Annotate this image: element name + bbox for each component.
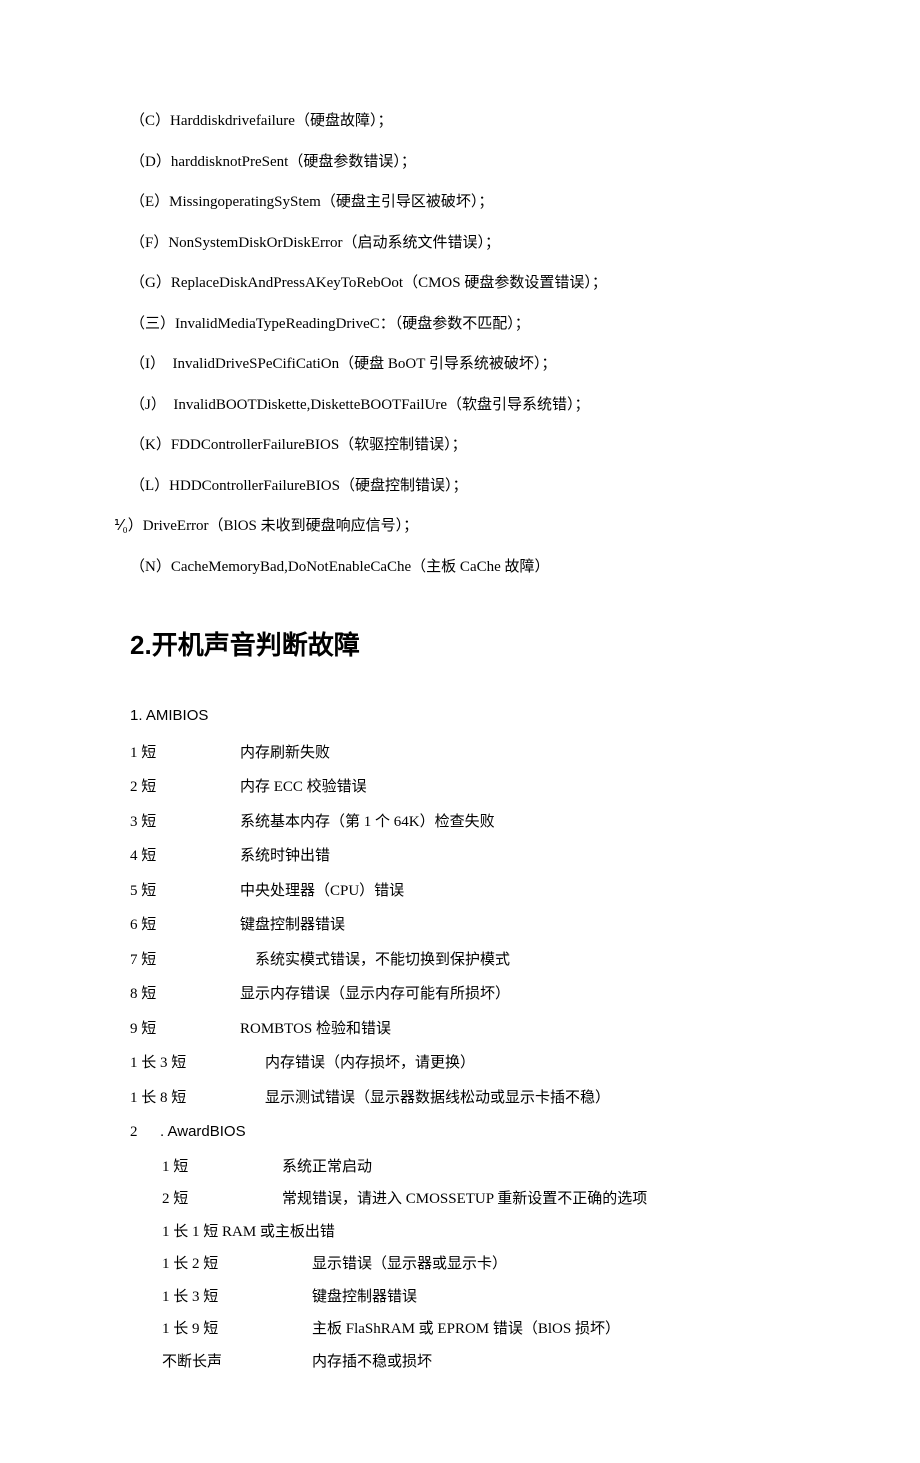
ami-row: 9 短ROMBTOS 检验和错误 [130,1018,820,1041]
beep-desc: 内存错误（内存损坏，请更换） [250,1052,820,1075]
heading-text: 开机声音判断故障 [152,630,360,660]
beep-code: 1 短 [130,742,240,765]
error-item: （J） InvalidBOOTDiskette,DisketteBOOTFail… [130,394,820,417]
beep-desc: 显示内存错误（显示内存可能有所损坏） [240,983,820,1006]
error-item: （G）ReplaceDiskAndPressAKeyToRebOot（CMOS … [130,272,820,295]
ami-row: 8 短显示内存错误（显示内存可能有所损坏） [130,983,820,1006]
beep-code: 2 短 [130,776,240,799]
ami-row: 6 短键盘控制器错误 [130,914,820,937]
error-item: （K）FDDControllerFailureBIOS（软驱控制错误）； [130,434,820,457]
error-item: （I） InvalidDriveSPeCifiCatiOn（硬盘 BoOT 引导… [130,353,820,376]
beep-code: 5 短 [130,880,240,903]
ami-row: 7 短 系统实模式错误，不能切换到保护模式 [130,949,820,972]
beep-desc: 中央处理器（CPU）错误 [240,880,820,903]
award-title-text: . AwardBIOS [160,1121,246,1144]
beep-desc: 系统实模式错误，不能切换到保护模式 [240,949,820,972]
beep-desc: 主板 FlaShRAM 或 EPROM 错误（BlOS 损坏） [312,1318,820,1341]
ami-table: 1 短内存刷新失败 2 短内存 ECC 校验错误 3 短系统基本内存（第 1 个… [130,742,820,1110]
heading-number: 2. [130,630,152,660]
ami-row: 1 短内存刷新失败 [130,742,820,765]
award-row: 不断长声内存插不稳或损坏 [162,1351,820,1374]
beep-code: 4 短 [130,845,240,868]
ami-row: 4 短系统时钟出错 [130,845,820,868]
beep-desc: ROMBTOS 检验和错误 [240,1018,820,1041]
beep-code: 1 长 3 短 [162,1286,312,1309]
ami-row: 5 短中央处理器（CPU）错误 [130,880,820,903]
beep-code: 1 短 [162,1156,282,1179]
beep-desc: 显示测试错误（显示器数据线松动或显示卡插不稳） [250,1087,820,1110]
ami-row: 3 短系统基本内存（第 1 个 64K）检查失败 [130,811,820,834]
award-row: 1 长 2 短显示错误（显示器或显示卡） [162,1253,820,1276]
award-subtitle: 2 . AwardBIOS [130,1121,820,1144]
award-number: 2 [130,1121,160,1144]
beep-code: 9 短 [130,1018,240,1041]
beep-code: 6 短 [130,914,240,937]
beep-code: 不断长声 [162,1351,312,1374]
beep-code: 3 短 [130,811,240,834]
beep-desc: 内存刷新失败 [240,742,820,765]
beep-desc: 键盘控制器错误 [312,1286,820,1309]
error-item: （F）NonSystemDiskOrDiskError（启动系统文件错误）； [130,232,820,255]
error-item-m: ⅟₀）DriveError（BlOS 未收到硬盘响应信号）； [114,515,820,538]
beep-desc: 显示错误（显示器或显示卡） [312,1253,820,1276]
beep-desc: 常规错误，请进入 CMOSSETUP 重新设置不正确的选项 [282,1188,820,1211]
section-heading: 2.开机声音判断故障 [130,626,820,665]
award-row: 1 短系统正常启动 [162,1156,820,1179]
error-item: （C）Harddiskdrivefailure（硬盘故障）； [130,110,820,133]
award-row: 2 短常规错误，请进入 CMOSSETUP 重新设置不正确的选项 [162,1188,820,1211]
beep-code: 1 长 8 短 [130,1087,250,1110]
ami-row: 1 长 8 短 显示测试错误（显示器数据线松动或显示卡插不稳） [130,1087,820,1110]
award-row: 1 长 9 短主板 FlaShRAM 或 EPROM 错误（BlOS 损坏） [162,1318,820,1341]
error-item: （三）InvalidMediaTypeReadingDriveC：（硬盘参数不匹… [130,313,820,336]
beep-desc: 系统时钟出错 [240,845,820,868]
beep-code: 8 短 [130,983,240,1006]
beep-desc: 内存插不稳或损坏 [312,1351,820,1374]
ami-subtitle: 1. AMIBIOS [130,705,820,728]
beep-code: 7 短 [130,949,240,972]
ami-row: 1 长 3 短 内存错误（内存损坏，请更换） [130,1052,820,1075]
beep-desc: 内存 ECC 校验错误 [240,776,820,799]
error-item: （L）HDDControllerFailureBIOS（硬盘控制错误）； [130,475,820,498]
ami-row: 2 短内存 ECC 校验错误 [130,776,820,799]
beep-desc: 键盘控制器错误 [240,914,820,937]
error-item: （E）MissingoperatingSyStem（硬盘主引导区被破坏）； [130,191,820,214]
beep-desc: 系统基本内存（第 1 个 64K）检查失败 [240,811,820,834]
award-row-full: 1 长 1 短 RAM 或主板出错 [162,1221,820,1244]
beep-code: 1 长 9 短 [162,1318,312,1341]
error-item-n: （N）CacheMemoryBad,DoNotEnableCaChe（主板 Ca… [130,556,820,579]
beep-code: 1 长 2 短 [162,1253,312,1276]
error-item: （D）harddisknotPreSent（硬盘参数错误）； [130,151,820,174]
error-list: （C）Harddiskdrivefailure（硬盘故障）； （D）harddi… [130,110,820,578]
beep-code: 1 长 3 短 [130,1052,250,1075]
beep-desc: 系统正常启动 [282,1156,820,1179]
award-row: 1 长 3 短键盘控制器错误 [162,1286,820,1309]
award-table: 1 短系统正常启动 2 短常规错误，请进入 CMOSSETUP 重新设置不正确的… [162,1156,820,1374]
beep-code: 2 短 [162,1188,282,1211]
